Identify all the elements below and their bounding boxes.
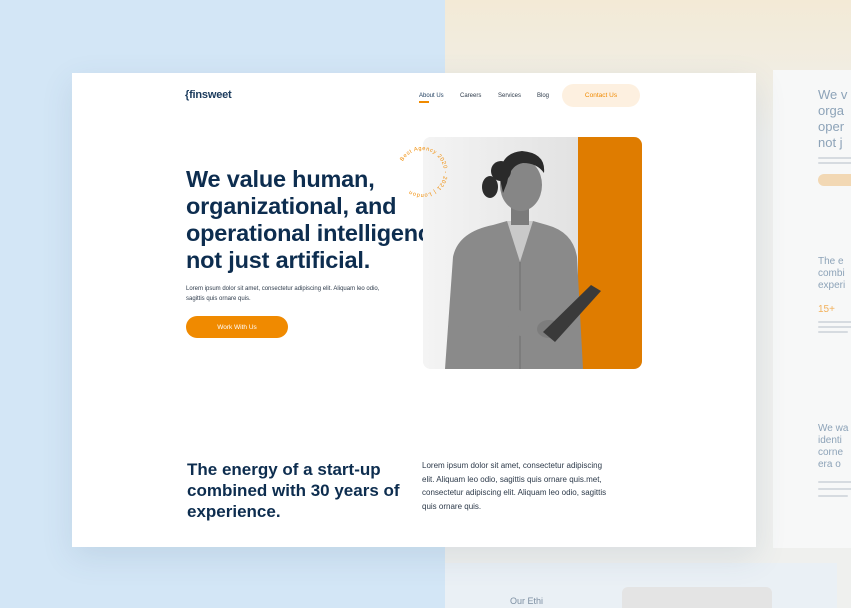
contact-us-button[interactable]: Contact Us (562, 84, 640, 107)
work-with-us-button[interactable]: Work With Us (186, 316, 288, 338)
side-heading-3-line: era o (818, 459, 841, 470)
side-heading-1-line: We v (818, 87, 848, 102)
section-title-line: experience. (187, 502, 281, 521)
best-agency-badge: Best Agency 2020 - 2021 | London (399, 146, 448, 198)
section-paragraph-line: Lorem ipsum dolor sit amet, consectetur … (422, 461, 603, 470)
nav-blog[interactable]: Blog (537, 93, 549, 99)
hero-paragraph: Lorem ipsum dolor sit amet, consectetur … (186, 286, 380, 302)
website-card: {finsweet About Us Careers Services Blog… (72, 73, 756, 547)
side-heading-3-line: We wa (818, 423, 849, 434)
side-heading-3-line: corne (818, 447, 844, 458)
side-heading-1-line: oper (818, 119, 845, 134)
bottom-preview-text: Our Ethi (510, 596, 544, 606)
side-heading-2-line: The e (818, 256, 844, 267)
side-heading-2: The e combi experi (818, 256, 845, 292)
section-paragraph-line: quis ornare quis. (422, 501, 482, 511)
section-paragraph-line: elit. Aliquam leo odio, sagittis quis or… (422, 474, 602, 484)
section-title: The energy of a start-up combined with 3… (187, 459, 427, 522)
svg-text:Best Agency 2020 - 2021 | Lond: Best Agency 2020 - 2021 | London (399, 146, 448, 198)
side-text-line (818, 488, 851, 490)
nav-about-us[interactable]: About Us (419, 93, 444, 99)
side-button (818, 174, 851, 186)
finsweet-logo[interactable]: {finsweet (185, 89, 232, 101)
side-text-line (818, 481, 851, 483)
section-title-line: combined with 30 years of (187, 481, 400, 500)
woman-portrait-image (423, 137, 601, 369)
nav-active-underline (419, 101, 429, 103)
side-text-line (818, 162, 851, 164)
side-text-line (818, 157, 851, 159)
nav-careers[interactable]: Careers (460, 93, 481, 99)
side-heading-2-line: combi (818, 268, 845, 279)
side-page-preview: We v orga oper not j The e combi experi … (773, 70, 851, 548)
badge-text: Best Agency 2020 - 2021 | London (399, 146, 447, 198)
hero-photo (423, 137, 642, 369)
side-heading-1: We v orga oper not j (818, 87, 847, 151)
side-heading-3-line: identi (818, 435, 842, 446)
bottom-preview-photo (622, 587, 772, 608)
nav-services[interactable]: Services (498, 93, 521, 99)
side-heading-3: We wa identi corne era o (818, 423, 848, 471)
side-text-line (818, 331, 848, 333)
side-heading-2-line: experi (818, 280, 846, 291)
side-stat: 15+ (818, 304, 835, 315)
side-text-line (818, 326, 851, 328)
section-title-line: The energy of a start-up (187, 460, 381, 479)
side-heading-1-line: not j (818, 135, 843, 150)
section-paragraph-line: consectetur adipiscing elit. Aliquam leo… (422, 488, 607, 497)
section-paragraph: Lorem ipsum dolor sit amet, consectetur … (422, 459, 627, 513)
side-text-line (818, 321, 851, 323)
side-heading-1-line: orga (818, 103, 845, 118)
side-text-line (818, 495, 848, 497)
